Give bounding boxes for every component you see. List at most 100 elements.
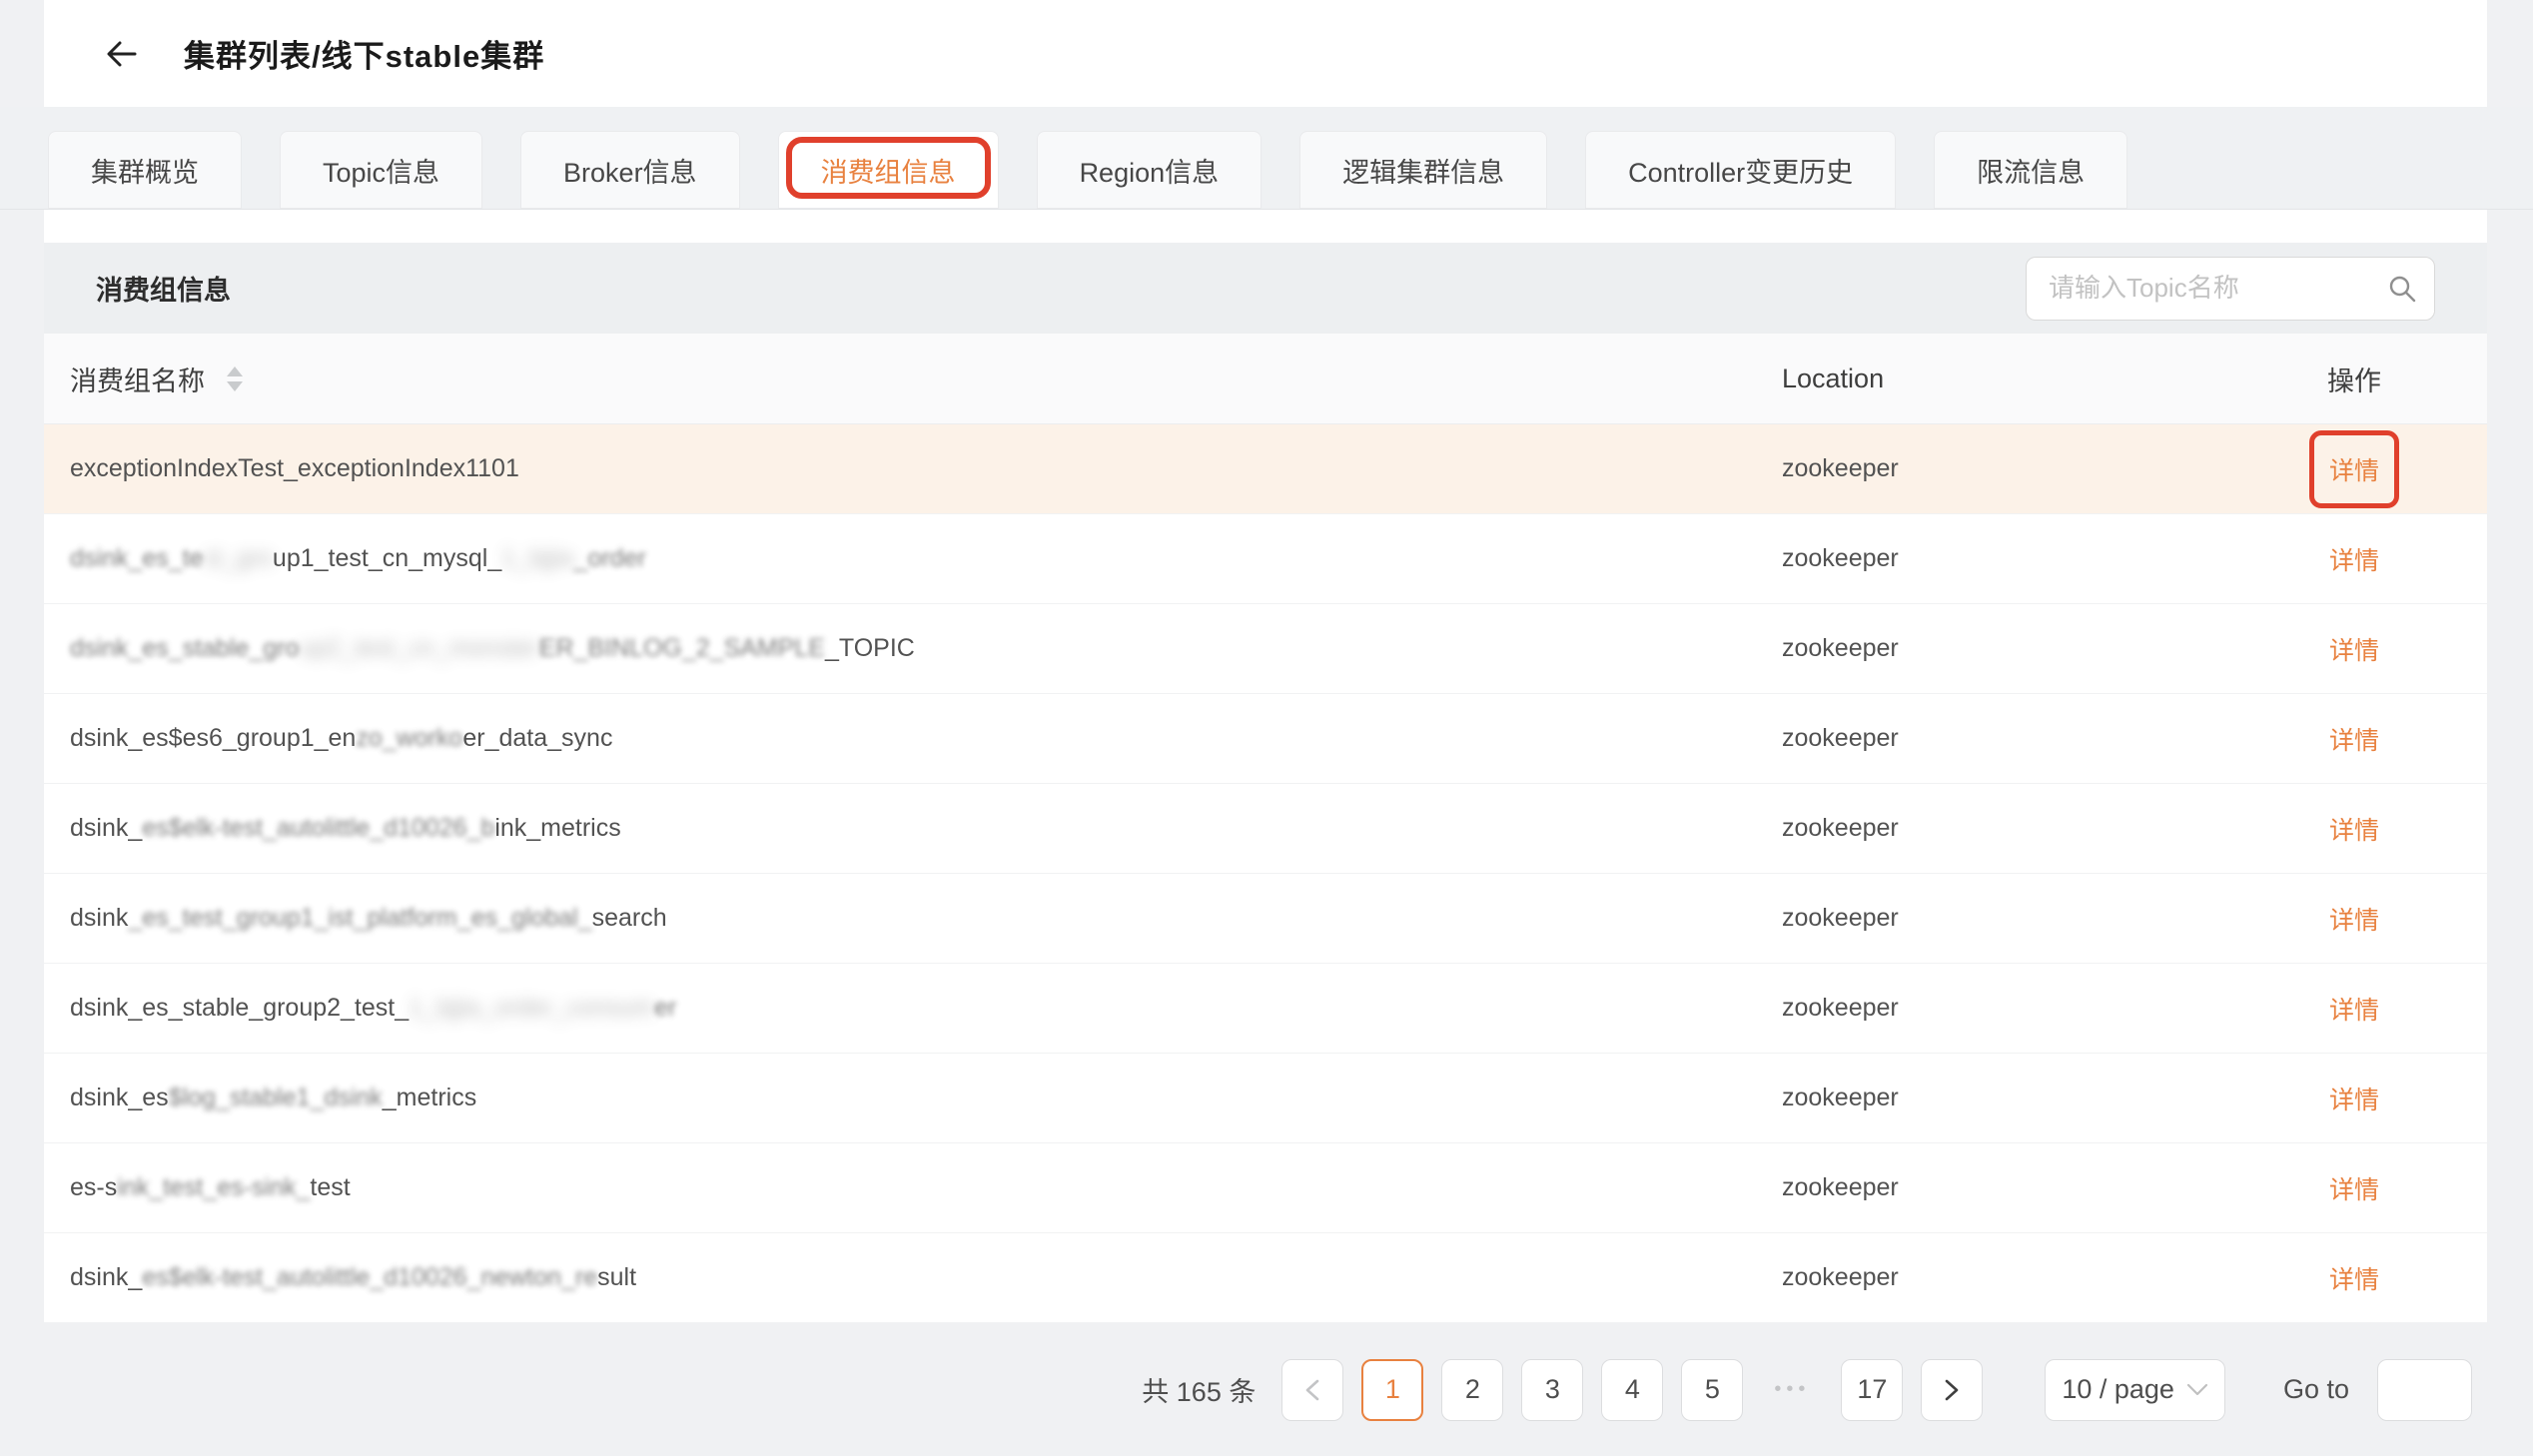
table-row: dsink_es_stable_group2_test_1_bjjia_orde… xyxy=(44,964,2487,1054)
back-button[interactable] xyxy=(100,32,144,76)
tab-label: Broker信息 xyxy=(563,151,697,190)
page-button-2[interactable]: 2 xyxy=(1441,1359,1503,1421)
page-title: 集群列表/线下stable集群 xyxy=(184,31,544,76)
ops-cell: 详情 xyxy=(2221,424,2487,514)
page-size-select[interactable]: 10 / page xyxy=(2045,1359,2225,1421)
total-count: 共 165 条 xyxy=(1142,1370,1256,1409)
tab-bar: 集群概览 Topic信息 Broker信息 消费组信息 Region信息 逻辑集… xyxy=(0,107,2533,210)
consumer-group-name: es-sink_test_es-sink_test xyxy=(44,1173,1782,1202)
tab-6[interactable]: 逻辑集群信息 xyxy=(1299,131,1547,209)
ops-cell: 详情 xyxy=(2221,514,2487,604)
chevron-right-icon xyxy=(1941,1376,1963,1404)
column-header-name: 消费组名称 xyxy=(44,360,1782,398)
location-value: zookeeper xyxy=(1782,904,2221,933)
table-body: exceptionIndexTest_exceptionIndex1101 zo… xyxy=(44,424,2487,1323)
header: 集群列表/线下stable集群 xyxy=(44,0,2487,107)
prev-page-button[interactable] xyxy=(1281,1359,1343,1421)
page-button-4[interactable]: 4 xyxy=(1601,1359,1663,1421)
table-row: dsink_es$es6_group1_enzo_workoer_data_sy… xyxy=(44,694,2487,784)
topic-search xyxy=(2026,257,2435,321)
consumer-group-name: dsink_es_test_group1_ist_platform_es_glo… xyxy=(44,904,1782,933)
tab-label: 限流信息 xyxy=(1977,151,2085,190)
consumer-group-name: dsink_es$es6_group1_enzo_workoer_data_sy… xyxy=(44,724,1782,753)
location-value: zookeeper xyxy=(1782,994,2221,1023)
page-button-5[interactable]: 5 xyxy=(1681,1359,1743,1421)
sort-toggle[interactable] xyxy=(227,366,243,391)
arrow-left-icon xyxy=(103,35,141,73)
column-header-location: Location xyxy=(1782,364,2221,394)
ops-cell: 详情 xyxy=(2221,874,2487,964)
detail-link[interactable]: 详情 xyxy=(2329,451,2379,487)
detail-link[interactable]: 详情 xyxy=(2329,1260,2379,1296)
column-name-label: 消费组名称 xyxy=(70,360,205,398)
location-value: zookeeper xyxy=(1782,634,2221,663)
tab-8[interactable]: 限流信息 xyxy=(1934,131,2127,209)
page-buttons: 12345 xyxy=(1361,1359,1743,1421)
table-row: dsink_es_test_group1_test_cn_mysql_1_bjj… xyxy=(44,514,2487,604)
goto-page-input[interactable] xyxy=(2377,1359,2472,1421)
tab-7[interactable]: Controller变更历史 xyxy=(1585,131,1896,209)
consumer-group-name: dsink_es$elk-test_autolittle_d10026_bink… xyxy=(44,814,1782,843)
table-row: exceptionIndexTest_exceptionIndex1101 zo… xyxy=(44,424,2487,514)
tab-5[interactable]: Region信息 xyxy=(1037,131,1263,209)
ops-cell: 详情 xyxy=(2221,1143,2487,1233)
table-row: dsink_es_test_group1_ist_platform_es_glo… xyxy=(44,874,2487,964)
tab-4[interactable]: 消费组信息 xyxy=(778,131,999,209)
table-row: dsink_es_stable_group2_test_cn_monsterER… xyxy=(44,604,2487,694)
content-panel: 消费组信息 消费组名称 Location 操作 exceptionIndexTe… xyxy=(44,210,2487,1323)
consumer-group-name: dsink_es_stable_group2_test_1_bjjia_orde… xyxy=(44,994,1782,1023)
table-header: 消费组名称 Location 操作 xyxy=(44,334,2487,424)
goto-label: Go to xyxy=(2283,1374,2349,1405)
tab-3[interactable]: Broker信息 xyxy=(520,131,740,209)
chevron-left-icon xyxy=(1301,1376,1323,1404)
page-button-17[interactable]: 17 xyxy=(1841,1359,1903,1421)
location-value: zookeeper xyxy=(1782,454,2221,483)
chevron-down-icon xyxy=(2186,1383,2208,1397)
ops-cell: 详情 xyxy=(2221,694,2487,784)
consumer-group-name: dsink_es$log_stable1_dsink_metrics xyxy=(44,1084,1782,1112)
page-button-3[interactable]: 3 xyxy=(1521,1359,1583,1421)
tabs: 集群概览 Topic信息 Broker信息 消费组信息 Region信息 逻辑集… xyxy=(48,131,2127,209)
tab-label: Controller变更历史 xyxy=(1628,151,1853,190)
ops-cell: 详情 xyxy=(2221,604,2487,694)
tab-label: 逻辑集群信息 xyxy=(1342,151,1504,190)
location-value: zookeeper xyxy=(1782,724,2221,753)
consumer-group-name: dsink_es$elk-test_autolittle_d10026_newt… xyxy=(44,1263,1782,1292)
detail-link[interactable]: 详情 xyxy=(2329,901,2379,937)
caret-up-icon xyxy=(227,366,243,376)
detail-link[interactable]: 详情 xyxy=(2329,991,2379,1027)
page-button-1[interactable]: 1 xyxy=(1361,1359,1423,1421)
table-row: es-sink_test_es-sink_test zookeeper 详情 xyxy=(44,1143,2487,1233)
location-value: zookeeper xyxy=(1782,814,2221,843)
tab-2[interactable]: Topic信息 xyxy=(280,131,482,209)
search-icon[interactable] xyxy=(2387,274,2417,304)
ellipsis-jump[interactable]: ••• xyxy=(1761,1378,1823,1401)
detail-link[interactable]: 详情 xyxy=(2329,541,2379,577)
detail-link[interactable]: 详情 xyxy=(2329,811,2379,847)
consumer-group-name: dsink_es_stable_group2_test_cn_monsterER… xyxy=(44,634,1782,663)
detail-link[interactable]: 详情 xyxy=(2329,631,2379,667)
pagination: 共 165 条 12345 ••• 17 10 / page Go to xyxy=(44,1323,2487,1456)
search-input[interactable] xyxy=(2026,257,2435,321)
location-value: zookeeper xyxy=(1782,1084,2221,1112)
next-page-button[interactable] xyxy=(1921,1359,1983,1421)
ops-cell: 详情 xyxy=(2221,784,2487,874)
table-row: dsink_es$elk-test_autolittle_d10026_newt… xyxy=(44,1233,2487,1323)
ops-cell: 详情 xyxy=(2221,1233,2487,1323)
consumer-group-name: exceptionIndexTest_exceptionIndex1101 xyxy=(44,454,1782,483)
table-row: dsink_es$log_stable1_dsink_metrics zooke… xyxy=(44,1054,2487,1143)
column-header-ops: 操作 xyxy=(2221,360,2487,398)
location-value: zookeeper xyxy=(1782,1173,2221,1202)
ops-cell: 详情 xyxy=(2221,1054,2487,1143)
table-row: dsink_es$elk-test_autolittle_d10026_bink… xyxy=(44,784,2487,874)
detail-link[interactable]: 详情 xyxy=(2329,721,2379,757)
caret-down-icon xyxy=(227,381,243,391)
section-bar: 消费组信息 xyxy=(44,243,2487,334)
ops-cell: 详情 xyxy=(2221,964,2487,1054)
tab-1[interactable]: 集群概览 xyxy=(48,131,242,209)
location-value: zookeeper xyxy=(1782,544,2221,573)
consumer-group-name: dsink_es_test_group1_test_cn_mysql_1_bjj… xyxy=(44,544,1782,573)
detail-link[interactable]: 详情 xyxy=(2329,1170,2379,1206)
section-title: 消费组信息 xyxy=(96,269,231,308)
detail-link[interactable]: 详情 xyxy=(2329,1081,2379,1116)
